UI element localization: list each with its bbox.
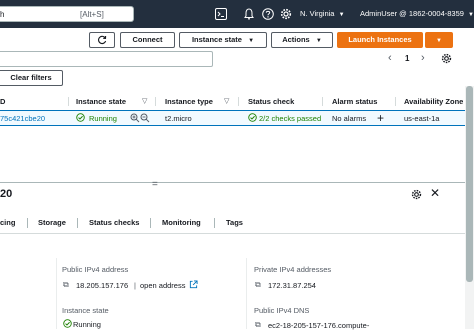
instance-type-value: t2.micro [165, 114, 192, 123]
connect-button[interactable]: Connect [120, 32, 175, 48]
pagination-page[interactable]: 1 [405, 54, 409, 63]
clear-filters-button[interactable]: Clear filters [0, 70, 63, 86]
instance-id-link[interactable]: 75c421cbe20 [0, 111, 45, 126]
external-link-icon[interactable] [189, 280, 198, 291]
caret-down-icon: ▼ [338, 12, 345, 18]
tab-status-checks[interactable]: Status checks [89, 213, 139, 233]
close-icon: ✕ [430, 186, 441, 200]
tab-networking[interactable]: cing [0, 213, 15, 233]
column-divider [395, 97, 396, 106]
tab-divider [77, 218, 78, 228]
copy-icon[interactable]: ⧉ [63, 280, 69, 290]
actions-dropdown-label: Actions [282, 35, 310, 44]
pagination-prev[interactable]: ‹ [388, 52, 392, 64]
column-header-id[interactable]: D [0, 93, 5, 110]
instance-state-detail-value: Running [73, 320, 101, 329]
pagination-next[interactable]: › [421, 52, 425, 64]
running-status-icon [76, 111, 85, 126]
private-ipv4-value: 172.31.87.254 [268, 281, 316, 290]
scrollbar-thumb[interactable] [466, 86, 473, 282]
tab-divider [150, 218, 151, 228]
instance-state-label: Instance state [62, 306, 109, 315]
column-divider [238, 97, 239, 106]
column-header-instance-type[interactable]: Instance type [165, 93, 213, 110]
column-divider [68, 97, 69, 106]
private-ipv4-label: Private IPv4 addresses [254, 265, 332, 274]
notifications-button[interactable] [243, 8, 255, 20]
public-dns-label: Public IPv4 DNS [254, 306, 310, 315]
instances-filter-input[interactable] [0, 51, 213, 67]
refresh-button[interactable] [89, 32, 115, 48]
instance-state-value: Running [89, 114, 117, 123]
tab-storage[interactable]: Storage [38, 213, 66, 233]
checks-passed-icon [248, 111, 257, 126]
search-input[interactable]: h [Alt+S] [0, 6, 134, 22]
top-navigation-bar: h [Alt+S] N. Virginia ▼ AdminUser @ 1862… [0, 0, 474, 28]
caret-down-icon: ▼ [248, 38, 255, 44]
gear-icon [411, 189, 422, 200]
split-panel-resize-handle[interactable]: = [152, 180, 158, 190]
caret-down-icon: ▼ [468, 12, 474, 18]
help-icon [262, 8, 274, 20]
tab-divider [27, 218, 28, 228]
table-header: D Instance state ▽ Instance type ▽ Statu… [0, 93, 474, 111]
caret-down-icon: ▼ [436, 38, 442, 44]
copy-icon[interactable]: ⧉ [255, 280, 261, 290]
alarm-status-value: No alarms [332, 114, 367, 123]
cloudshell-button[interactable] [215, 8, 227, 20]
table-preferences-button[interactable] [441, 53, 452, 64]
search-shortcut-hint: [Alt+S] [80, 10, 104, 19]
status-check-value: 2/2 checks passed [259, 114, 322, 123]
region-selector[interactable]: N. Virginia ▼ [300, 0, 345, 29]
tabs-underline [0, 233, 465, 234]
chevron-left-icon: ‹ [388, 52, 392, 64]
tab-divider [214, 218, 215, 228]
running-status-icon [63, 319, 72, 330]
tab-tags[interactable]: Tags [226, 213, 243, 233]
column-header-alarm-status[interactable]: Alarm status [332, 93, 377, 110]
instance-state-dropdown[interactable]: Instance state ▼ [179, 32, 267, 48]
separator: | [134, 281, 136, 290]
public-ipv4-value: 18.205.157.176 [76, 281, 129, 290]
help-button[interactable] [262, 8, 274, 20]
column-divider [155, 97, 156, 106]
bell-icon [244, 8, 254, 20]
settings-button[interactable] [280, 8, 292, 20]
column-divider [322, 97, 323, 106]
sort-icon[interactable]: ▽ [224, 93, 229, 110]
launch-instances-dropdown[interactable]: ▼ [425, 32, 453, 48]
detail-panel-close-button[interactable]: ✕ [430, 186, 440, 200]
split-panel-divider [0, 182, 465, 183]
launch-instances-button[interactable]: Launch Instances [337, 32, 423, 48]
zoom-in-icon[interactable] [130, 113, 140, 125]
add-alarm-icon[interactable]: + [377, 111, 384, 125]
account-menu[interactable]: AdminUser @ 1862-0004-8359 ▼ [360, 0, 474, 29]
table-row[interactable]: 75c421cbe20 Running t2.micro 2/2 checks … [0, 110, 465, 126]
tab-monitoring[interactable]: Monitoring [162, 213, 201, 233]
settings-icon [280, 8, 292, 20]
detail-column-divider [246, 258, 247, 329]
column-header-instance-state[interactable]: Instance state [76, 93, 126, 110]
detail-panel-title: 20 [0, 188, 13, 200]
actions-dropdown[interactable]: Actions ▼ [271, 32, 333, 48]
refresh-icon [98, 35, 107, 45]
region-label: N. Virginia [300, 9, 335, 18]
gear-icon [441, 53, 452, 64]
instance-state-dropdown-label: Instance state [191, 35, 242, 44]
account-label: AdminUser @ 1862-0004-8359 [360, 9, 464, 18]
column-header-availability-zone[interactable]: Availability Zone [404, 93, 463, 110]
zoom-out-icon[interactable] [140, 113, 150, 125]
column-header-status-check[interactable]: Status check [248, 93, 294, 110]
detail-panel-settings-button[interactable] [411, 189, 422, 200]
chevron-right-icon: › [421, 52, 425, 64]
search-input-text: h [0, 10, 5, 19]
detail-column-divider [56, 258, 57, 329]
sort-icon[interactable]: ▽ [142, 93, 147, 110]
availability-zone-value: us-east-1a [404, 114, 440, 123]
caret-down-icon: ▼ [315, 38, 322, 44]
public-ipv4-label: Public IPv4 address [62, 265, 129, 274]
terminal-icon [215, 8, 227, 20]
open-address-link[interactable]: open address [140, 281, 185, 290]
